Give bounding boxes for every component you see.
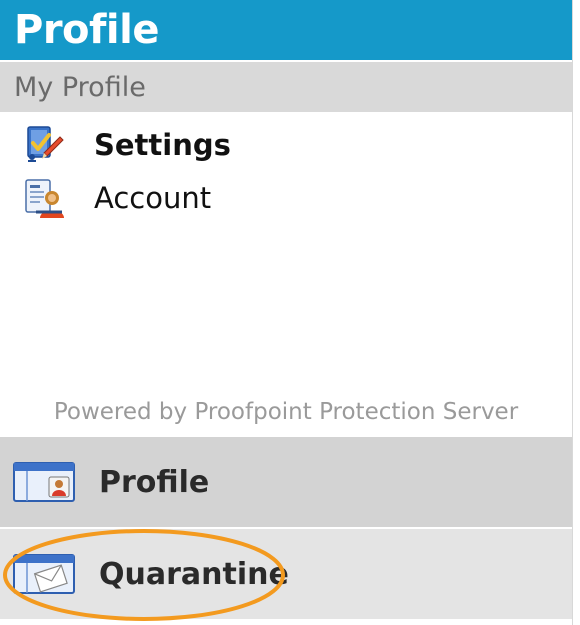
nav-button-profile[interactable]: Profile <box>0 437 572 527</box>
nav-button-quarantine[interactable]: Quarantine <box>0 529 572 619</box>
page-title: Profile <box>0 0 572 60</box>
nav-label-profile: Profile <box>99 464 210 500</box>
profile-icon <box>13 462 75 502</box>
menu-item-settings[interactable]: Settings <box>22 122 231 168</box>
section-title-my-profile: My Profile <box>0 62 572 112</box>
quarantine-icon <box>13 554 75 594</box>
menu-item-account[interactable]: Account <box>22 175 211 221</box>
powered-by-text: Powered by Proofpoint Protection Server <box>53 399 519 425</box>
menu-item-label: Settings <box>94 128 231 162</box>
settings-icon <box>22 123 66 167</box>
profile-menu: Settings Account Powered by Proofpoint P… <box>0 112 572 434</box>
nav-label-quarantine: Quarantine <box>99 556 289 592</box>
account-icon <box>22 176 66 220</box>
menu-item-label: Account <box>94 181 212 215</box>
profile-panel: Profile My Profile Settings Account Powe… <box>0 0 573 625</box>
